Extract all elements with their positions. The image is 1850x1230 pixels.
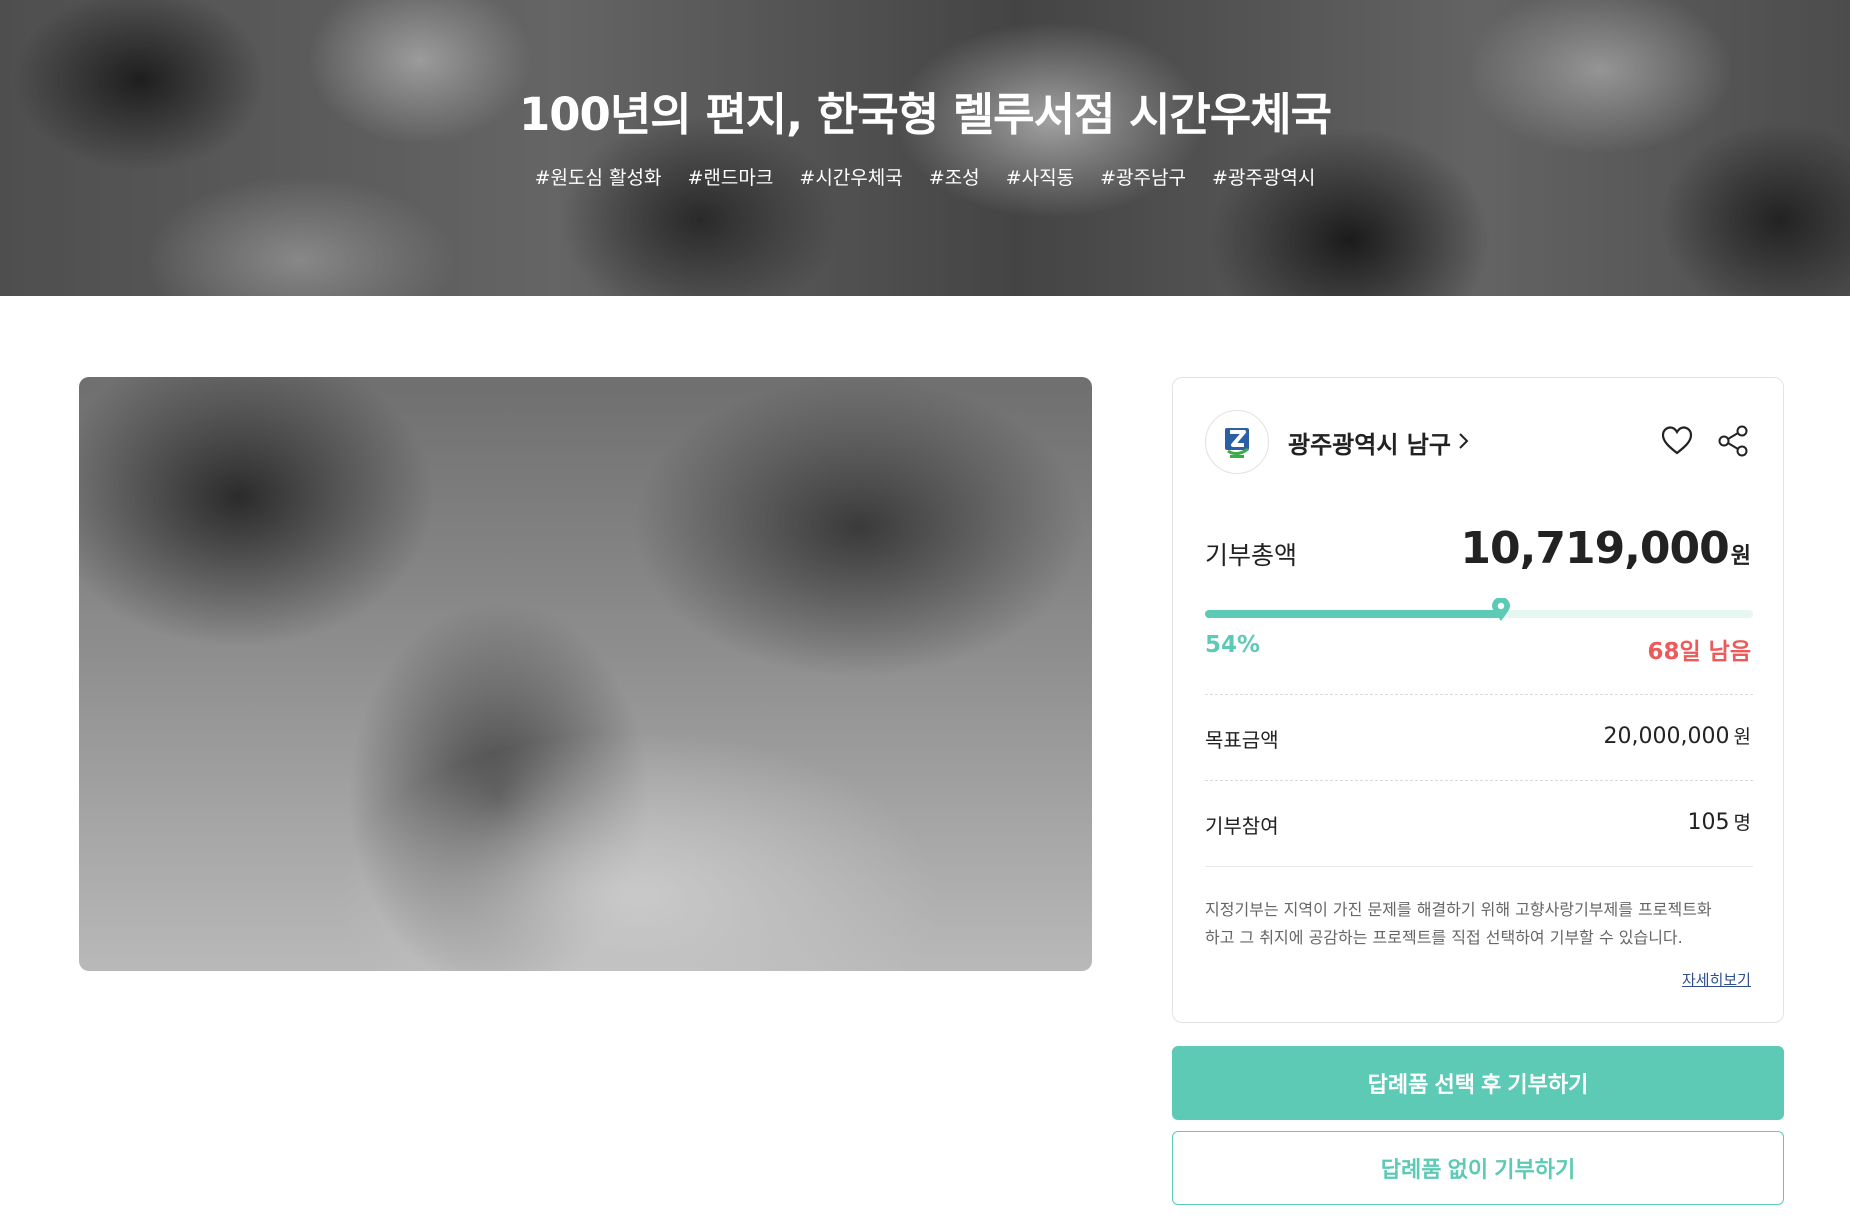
tag-item[interactable]: #광주남구: [1100, 167, 1186, 189]
tag-item[interactable]: #랜드마크: [688, 167, 774, 189]
progress-percent: 54%: [1205, 632, 1261, 658]
designated-donation-notice: 지정기부는 지역이 가진 문제를 해결하기 위해 고향사랑기부제를 프로젝트화 …: [1205, 896, 1755, 952]
total-label: 기부총액: [1205, 541, 1298, 570]
progress-fill: [1205, 610, 1501, 618]
participants-label: 기부참여: [1205, 814, 1279, 838]
total-amount: 10,719,000: [1460, 523, 1729, 574]
donation-card: 광주광역시 남구 기부총액 10,719,000원 54% 68일 남음 목표금…: [1172, 377, 1784, 1023]
tag-item[interactable]: #조성: [929, 167, 980, 189]
total-unit: 원: [1730, 544, 1751, 569]
participants-display: 105 명: [1688, 808, 1751, 835]
notice-line: 하고 그 취지에 공감하는 프로젝트를 직접 선택하여 기부할 수 있습니다.: [1205, 928, 1683, 947]
project-photo: [79, 377, 1092, 971]
goal-unit: 원: [1733, 726, 1751, 748]
divider: [1205, 694, 1753, 695]
notice-line: 지정기부는 지역이 가진 문제를 해결하기 위해 고향사랑기부제를 프로젝트화: [1205, 900, 1712, 919]
more-info-link[interactable]: 자세히보기: [1682, 969, 1751, 990]
org-name-link[interactable]: 광주광역시 남구: [1288, 425, 1451, 460]
progress-marker-icon: [1491, 598, 1510, 621]
tag-list: #원도심 활성화 #랜드마크 #시간우체국 #조성 #사직동 #광주남구 #광주…: [0, 163, 1850, 190]
tag-item[interactable]: #원도심 활성화: [535, 167, 662, 189]
tag-item[interactable]: #사직동: [1006, 167, 1074, 189]
goal-label: 목표금액: [1205, 728, 1279, 752]
heart-icon[interactable]: [1660, 424, 1694, 458]
project-title: 100년의 편지, 한국형 렐루서점 시간우체국: [518, 88, 1332, 141]
participants-unit: 명: [1733, 812, 1751, 834]
days-remaining: 68일 남음: [1647, 639, 1752, 665]
tag-item[interactable]: #광주광역시: [1212, 167, 1315, 189]
goal-value-display: 20,000,000 원: [1604, 722, 1751, 749]
goal-value: 20,000,000: [1603, 724, 1730, 749]
donate-with-gift-button[interactable]: 답례품 선택 후 기부하기: [1172, 1046, 1784, 1120]
hero-banner: 100년의 편지, 한국형 렐루서점 시간우체국 #원도심 활성화 #랜드마크 …: [0, 0, 1850, 296]
share-icon[interactable]: [1716, 424, 1750, 458]
participants-value: 105: [1687, 810, 1730, 835]
progress-bar: [1205, 598, 1753, 621]
divider: [1205, 866, 1753, 867]
divider: [1205, 780, 1753, 781]
chevron-right-icon[interactable]: [1457, 430, 1471, 452]
donate-without-gift-button[interactable]: 답례품 없이 기부하기: [1172, 1131, 1784, 1205]
total-amount-display: 10,719,000원: [1460, 523, 1751, 574]
tag-item[interactable]: #시간우체국: [799, 167, 902, 189]
namgu-logo-icon[interactable]: [1205, 410, 1269, 474]
